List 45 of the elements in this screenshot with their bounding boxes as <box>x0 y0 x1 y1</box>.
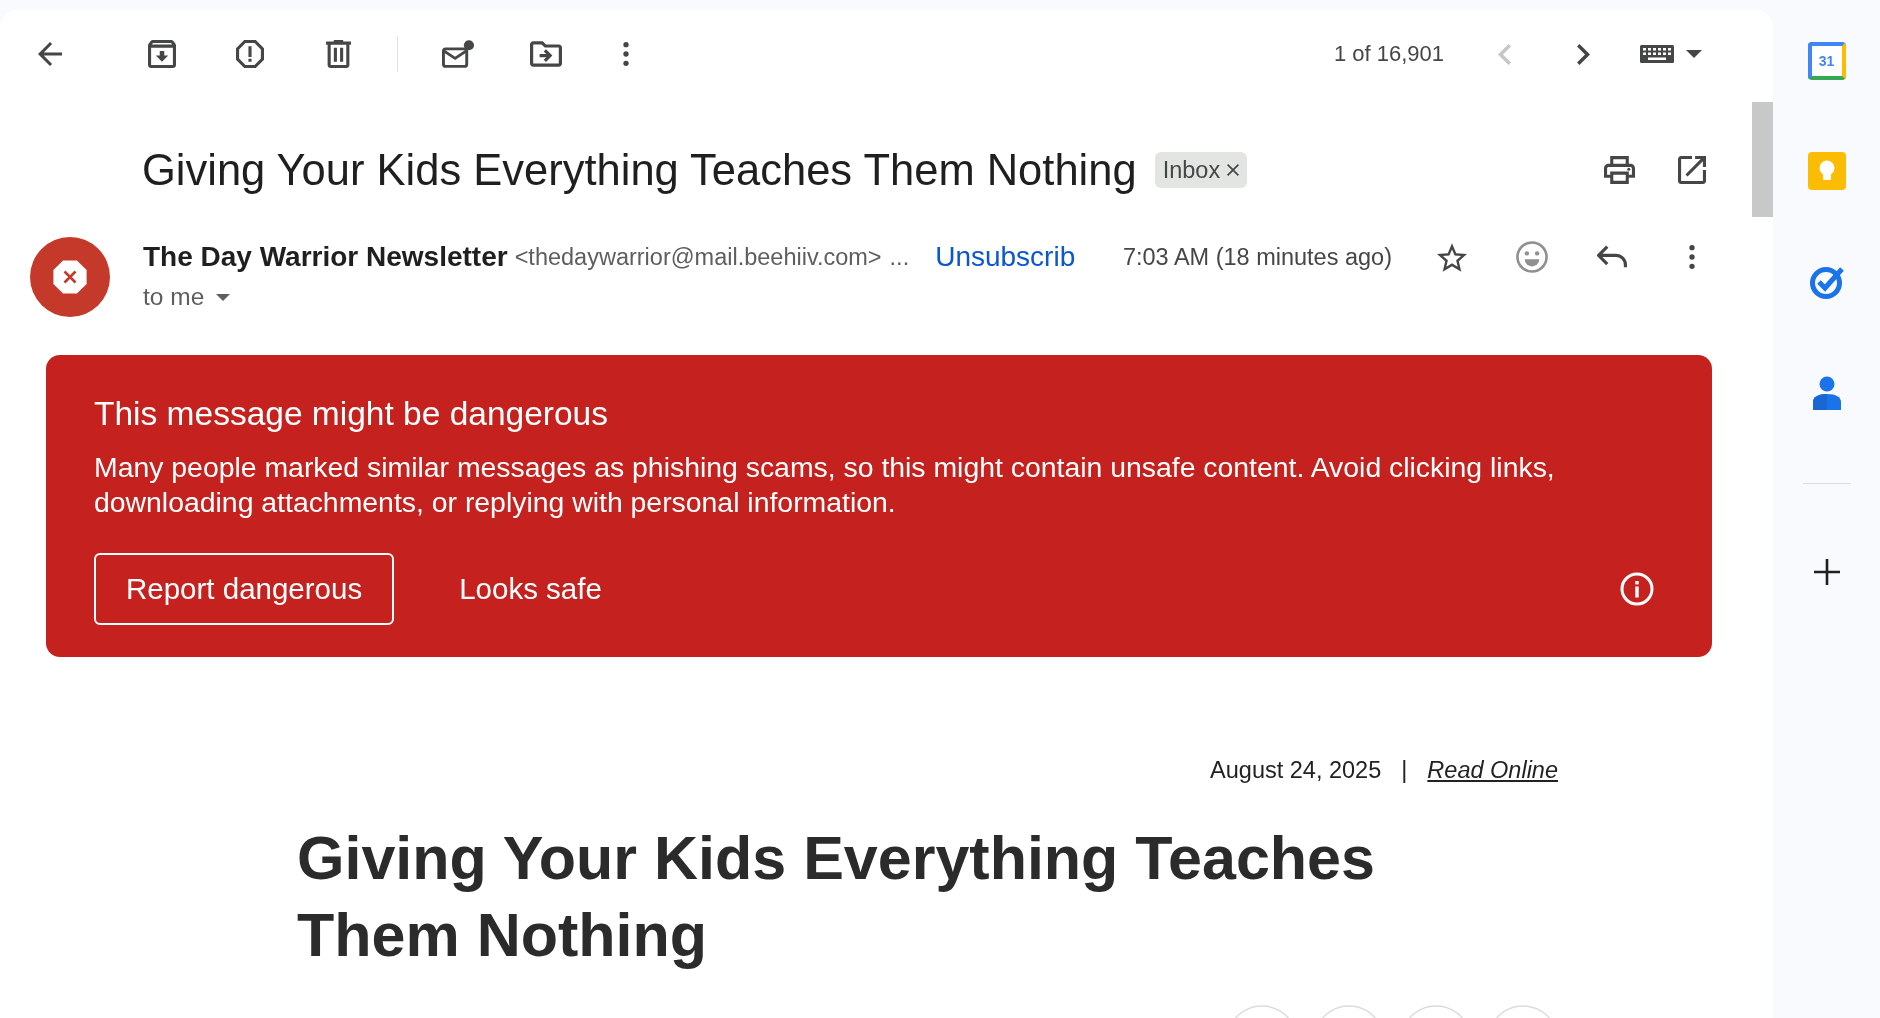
warning-avatar-icon <box>30 237 110 317</box>
pager-count: 1 of 16,901 <box>1333 41 1444 67</box>
smiley-face-icon <box>1516 241 1548 273</box>
sender-address: <thedaywarrior@mail.beehiiv.com> <box>514 243 882 271</box>
info-icon <box>1620 572 1654 606</box>
caret-icon <box>216 293 231 301</box>
envelope-dot-icon <box>442 40 474 68</box>
open-in-new-icon <box>1678 156 1706 184</box>
unsubscribe-link[interactable]: Unsubscrib <box>935 241 1076 273</box>
newsletter-date: August 24, 2025 <box>1210 756 1382 784</box>
more-icon <box>1689 245 1695 269</box>
warning-message: Many people marked similar messages as phishing scams, so this might contain unsafe content. Avoid clicking links, downloading attachments, or replying with personal information. <box>94 450 1556 520</box>
back-arrow-icon <box>38 42 62 66</box>
caret-icon <box>1686 50 1702 58</box>
reply-arrow-icon <box>1597 245 1627 269</box>
archive-icon <box>148 40 176 68</box>
check-circle-icon <box>1808 264 1845 300</box>
more-icon <box>623 42 629 66</box>
scrollbar-thumb[interactable] <box>1752 102 1773 217</box>
separator-text: | <box>1401 756 1408 784</box>
report-spam-icon <box>236 40 264 68</box>
trash-icon <box>325 40 351 68</box>
printer-icon <box>1603 156 1635 184</box>
plus-icon <box>1812 558 1841 586</box>
message-time: 7:03 AM (18 minutes ago) <box>1122 243 1392 271</box>
recipient-dropdown[interactable]: to me <box>143 282 231 312</box>
lightbulb-icon <box>1807 152 1846 190</box>
chevron-left-icon <box>1497 43 1511 65</box>
remove-label-button[interactable] <box>1227 164 1240 176</box>
looks-safe-button[interactable]: Looks safe <box>429 553 632 625</box>
sender-name: The Day Warrior Newsletter <box>143 241 508 273</box>
keyboard-icon <box>1640 45 1674 63</box>
address-ellipsis: ... <box>889 243 910 271</box>
label-text: Inbox <box>1162 156 1221 184</box>
calendar-app-button[interactable]: 31 <box>1807 42 1846 80</box>
star-outline-icon <box>1437 242 1467 272</box>
chevron-right-icon <box>1576 43 1590 65</box>
newsletter-headline: Giving Your Kids Everything Teaches Them Nothing <box>297 823 1376 971</box>
read-online-link[interactable]: Read Online <box>1427 756 1558 784</box>
person-icon <box>1812 376 1841 410</box>
report-dangerous-button[interactable]: Report dangerous <box>94 553 395 625</box>
folder-arrow-icon <box>530 41 562 67</box>
close-icon <box>1227 164 1240 176</box>
subject-title: Giving Your Kids Everything Teaches Them Nothing <box>142 145 1137 195</box>
warning-title: This message might be dangerous <box>94 394 609 434</box>
